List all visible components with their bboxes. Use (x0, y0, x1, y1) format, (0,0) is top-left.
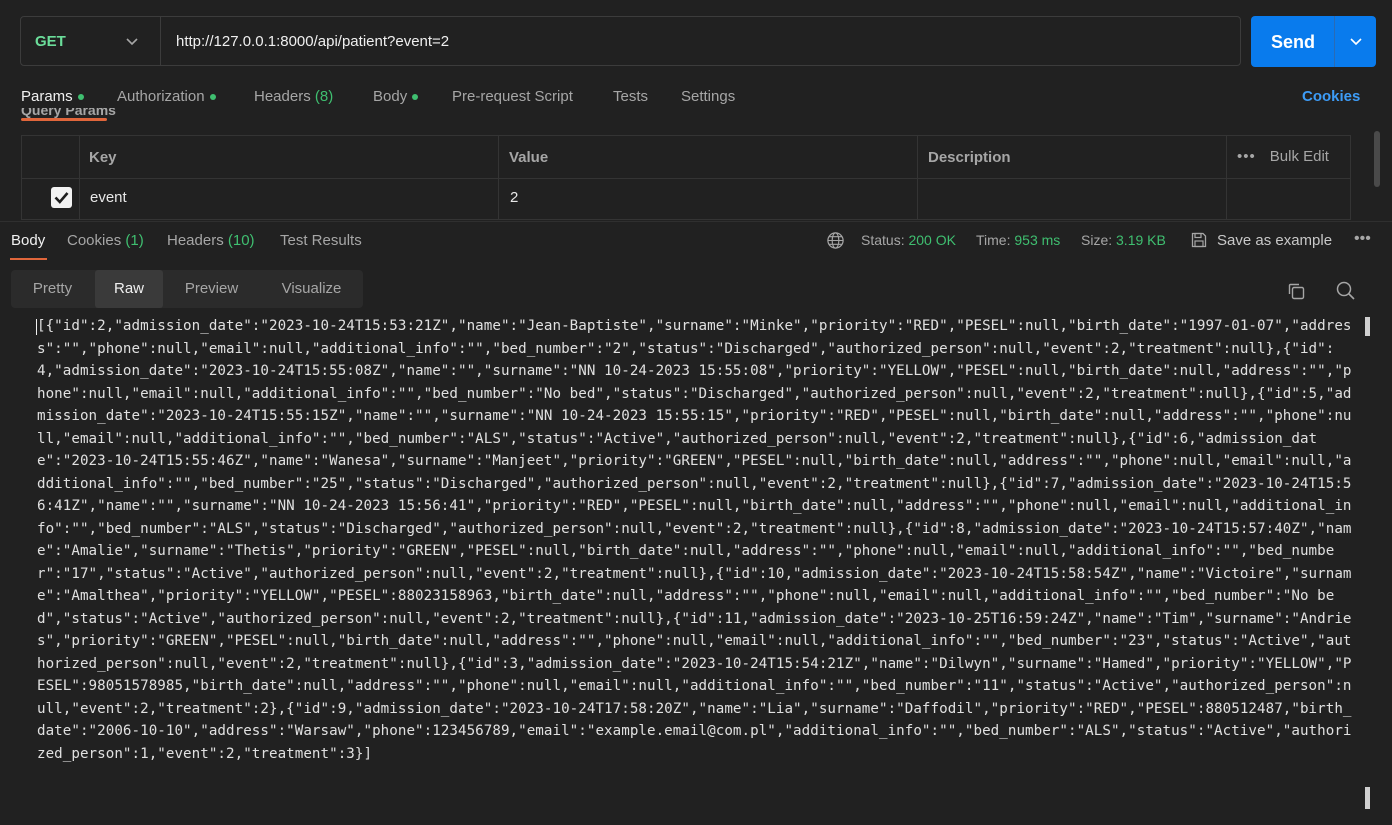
tab-response-cookies[interactable]: Cookies (1) (67, 232, 144, 249)
tab-settings[interactable]: Settings (681, 88, 735, 105)
view-pretty[interactable]: Pretty (11, 270, 94, 308)
send-button[interactable]: Send (1251, 16, 1376, 67)
tab-params[interactable]: Params (21, 88, 84, 105)
status-label: Status: (861, 232, 905, 248)
response-body[interactable]: [{"id":2,"admission_date":"2023-10-24T15… (37, 315, 1355, 765)
view-preview[interactable]: Preview (163, 270, 260, 308)
response-tabs: Body Cookies (1) Headers (10) Test Resul… (0, 228, 1392, 262)
size-label: Size: (1081, 232, 1113, 248)
tab-response-cookies-count: (1) (125, 232, 144, 249)
size-value: 3.19 KB (1116, 232, 1166, 248)
chevron-down-icon[interactable] (1348, 33, 1364, 49)
divider (0, 221, 1392, 222)
time-label: Time: (976, 232, 1011, 248)
bulk-edit-button[interactable]: ••• Bulk Edit (1237, 148, 1329, 165)
tab-authorization-label: Authorization (117, 88, 205, 105)
status-dot (209, 94, 216, 101)
tab-test-results[interactable]: Test Results (280, 232, 362, 249)
bulk-edit-label: Bulk Edit (1269, 148, 1329, 165)
tab-body[interactable]: Body (373, 88, 419, 105)
view-visualize[interactable]: Visualize (260, 270, 363, 308)
search-icon[interactable] (1335, 280, 1356, 301)
tab-headers-label: Headers (254, 88, 311, 105)
params-table: Key Value Description ••• Bulk Edit event… (21, 135, 1351, 220)
size-readout: Size: 3.19 KB (1081, 232, 1166, 248)
tab-underline (21, 118, 107, 121)
method-label: GET (35, 33, 66, 50)
check-icon (54, 192, 69, 204)
tab-headers-count: (8) (314, 88, 334, 105)
send-divider (1334, 16, 1335, 67)
scrollbar[interactable] (1365, 787, 1370, 809)
more-icon[interactable]: ••• (1237, 148, 1256, 165)
method-select[interactable]: GET (21, 17, 161, 65)
status-dot (77, 94, 84, 101)
header-value: Value (509, 149, 549, 166)
tab-response-body[interactable]: Body (11, 232, 45, 249)
tab-authorization[interactable]: Authorization (117, 88, 216, 105)
scrollbar[interactable] (1365, 317, 1370, 336)
copy-icon[interactable] (1286, 281, 1306, 301)
save-as-example-button[interactable]: Save as example (1217, 232, 1332, 249)
tab-response-headers[interactable]: Headers (10) (167, 232, 255, 249)
chevron-down-icon (126, 38, 138, 46)
divider (22, 178, 1350, 179)
header-description: Description (928, 149, 1011, 166)
tab-response-cookies-label: Cookies (67, 232, 122, 249)
query-params-heading: Query Params (21, 108, 141, 118)
url-input[interactable]: http://127.0.0.1:8000/api/patient?event=… (176, 33, 449, 50)
param-key-cell[interactable]: event (90, 189, 127, 206)
param-checkbox[interactable] (51, 187, 72, 208)
tab-tests[interactable]: Tests (613, 88, 648, 105)
tab-body-label: Body (373, 88, 408, 105)
tab-response-headers-count: (10) (227, 232, 255, 249)
send-label: Send (1271, 32, 1316, 52)
time-readout: Time: 953 ms (976, 232, 1060, 248)
tab-underline (10, 258, 47, 260)
view-mode-switch: Pretty Raw Preview Visualize (11, 270, 363, 308)
request-tabs: Params Authorization Headers (8) Body Pr… (0, 84, 1392, 110)
header-key: Key (89, 149, 117, 166)
query-params-heading-text: Query Params (21, 108, 116, 118)
save-icon (1191, 232, 1207, 248)
view-raw[interactable]: Raw (95, 270, 163, 308)
status-value: 200 OK (908, 232, 956, 248)
more-icon[interactable]: ••• (1354, 230, 1371, 248)
tab-response-headers-label: Headers (167, 232, 224, 249)
status-readout: Status: 200 OK (861, 232, 956, 248)
tab-pre-request-script[interactable]: Pre-request Script (452, 88, 573, 105)
param-value-cell[interactable]: 2 (510, 189, 518, 206)
url-bar: GET http://127.0.0.1:8000/api/patient?ev… (20, 16, 1241, 66)
status-dot (412, 94, 419, 101)
time-value: 953 ms (1014, 232, 1061, 248)
tab-params-label: Params (21, 88, 73, 105)
cookies-link[interactable]: Cookies (1302, 88, 1360, 105)
tab-headers[interactable]: Headers (8) (254, 88, 333, 105)
globe-icon[interactable] (826, 231, 845, 250)
scrollbar[interactable] (1374, 131, 1380, 187)
